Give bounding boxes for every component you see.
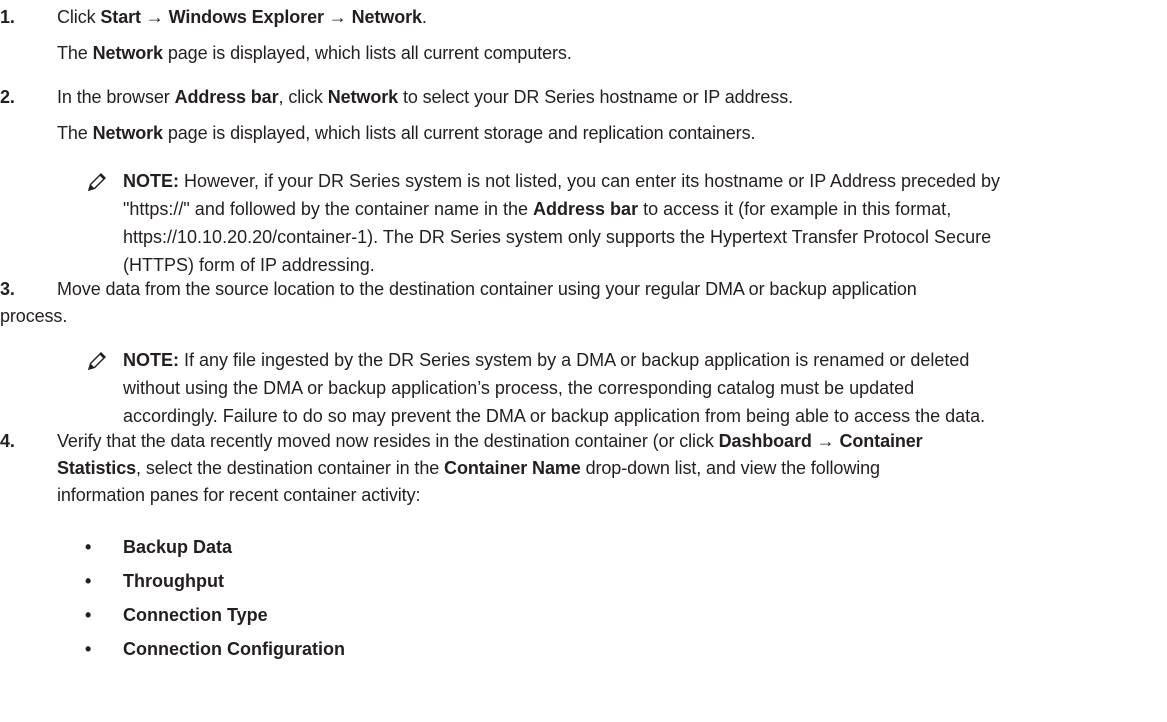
bullet-icon: • [85, 537, 92, 557]
ui-term: Network [92, 123, 163, 143]
step-result: The Network page is displayed, which lis… [57, 123, 756, 143]
ui-term: Dashboard [718, 431, 812, 451]
ui-term: Network [327, 87, 399, 107]
step-text-continued: Statistics, select the destination conta… [57, 458, 880, 478]
step-number: 3. [0, 279, 15, 299]
step-number: 1. [0, 7, 15, 27]
document-page: 1. Click Start → Windows Explorer → Netw… [0, 0, 1167, 722]
step-text-continued: information panes for recent container a… [57, 485, 421, 505]
pencil-note-icon [88, 173, 106, 191]
note-label: NOTE: [123, 350, 179, 370]
ui-term: Network [351, 7, 422, 27]
ui-term: Address bar [533, 199, 639, 219]
note-label: NOTE: [123, 171, 179, 191]
step-text: Click Start → Windows Explorer → Network… [57, 7, 427, 27]
step-text: In the browser Address bar, click Networ… [57, 87, 793, 107]
ui-term: Address bar [174, 87, 279, 107]
ui-term: Windows Explorer [168, 7, 324, 27]
ui-term: Container Name [444, 458, 581, 478]
ui-term: Start [100, 7, 141, 27]
bullet-icon: • [85, 639, 92, 659]
step-text: Move data from the source location to th… [57, 279, 917, 299]
step-number: 4. [0, 431, 15, 451]
bullet-icon: • [85, 605, 92, 625]
ui-term: Statistics [57, 458, 137, 478]
ui-term: Container [839, 431, 923, 451]
step-text-continued: process. [0, 306, 68, 326]
bullet-icon: • [85, 571, 92, 591]
pencil-note-icon [88, 352, 106, 370]
step-result: The Network page is displayed, which lis… [57, 43, 572, 63]
ui-term: Network [92, 43, 163, 63]
step-number: 2. [0, 87, 15, 107]
step-text: Verify that the data recently moved now … [57, 431, 923, 451]
